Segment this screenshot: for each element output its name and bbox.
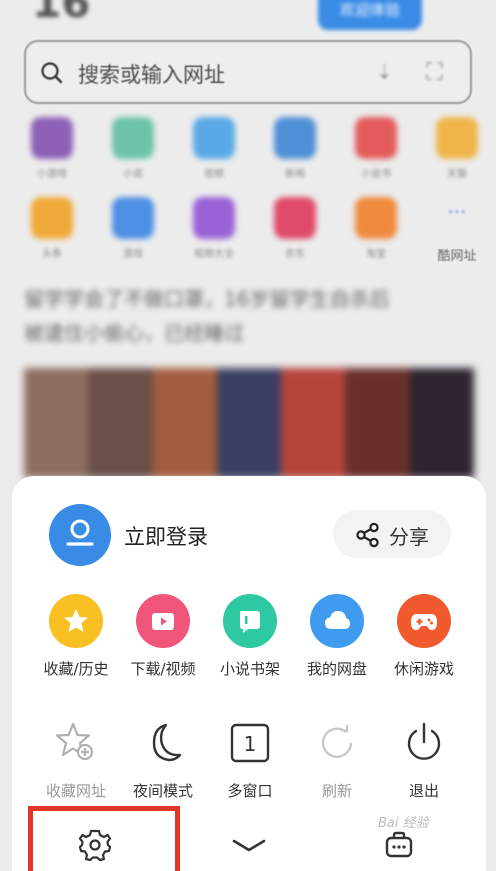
watermark: Bai 经验 (378, 816, 429, 831)
shortcut-label: 淘宝 (366, 249, 386, 260)
book-icon (223, 594, 277, 648)
menu-item-cloud[interactable]: 我的网盘 (293, 594, 381, 679)
top-banner-button[interactable]: 欢迎体验 (318, 0, 422, 30)
scan-icon[interactable]: ⛶ (426, 58, 443, 86)
menu-item-label: 下载/视频 (130, 660, 196, 678)
shortcut-icon (193, 197, 235, 239)
news-photo (152, 368, 217, 478)
svg-text:1: 1 (244, 732, 257, 756)
shortcut-label: 京东 (285, 249, 305, 260)
shortcut-label: 视频大全 (194, 249, 234, 260)
shortcut-icon (31, 117, 73, 159)
toolbox-icon[interactable] (384, 830, 414, 860)
news-photo (409, 368, 474, 478)
shortcut-label: 游戏 (123, 249, 143, 260)
shortcut-icon (112, 117, 154, 159)
shortcut-tile[interactable]: 游戏 (103, 197, 163, 260)
shortcut-tile[interactable]: 新闻 (265, 117, 325, 180)
shortcut-tile[interactable]: 京东 (265, 197, 325, 260)
shortcut-icon (112, 197, 154, 239)
shortcut-tile[interactable]: 天猫 (427, 117, 487, 180)
menu-item-label: 夜间模式 (132, 782, 193, 800)
shortcut-label: 小说书 (361, 169, 391, 180)
shortcut-icon (31, 197, 73, 239)
menu-item-label: 小说书架 (219, 660, 280, 678)
menu-item-power[interactable]: 退出 (380, 716, 468, 801)
shortcut-tile[interactable]: 小说书 (346, 117, 406, 180)
news-photo (216, 368, 282, 478)
shortcut-label: 小游戏 (37, 169, 67, 180)
power-icon (397, 716, 451, 770)
shortcut-label: 天猫 (447, 169, 467, 180)
more-dots-icon: ··· (447, 200, 467, 224)
shortcut-tile[interactable]: 小游戏 (22, 117, 82, 180)
menu-item-window-count[interactable]: 1 多窗口 (206, 716, 294, 801)
news-line: 留学学会了不做口罩，16岁留学生自杀后 (24, 287, 390, 311)
menu-item-label: 多窗口 (227, 782, 273, 800)
menu-item-star[interactable]: 收藏/历史 (32, 594, 120, 679)
shortcut-icon (274, 197, 316, 239)
menu-item-label: 退出 (408, 782, 439, 800)
mic-icon[interactable]: ⇣ (376, 60, 393, 84)
search-placeholder: 搜索或输入网址 (78, 63, 225, 87)
shortcut-icon (193, 117, 235, 159)
bookmark-add-icon (49, 716, 103, 770)
menu-item-book[interactable]: 小说书架 (206, 594, 294, 679)
shortcut-tile[interactable]: 淘宝 (346, 197, 406, 260)
download-video-icon (136, 594, 190, 648)
menu-item-label: 我的网盘 (306, 660, 367, 678)
avatar[interactable] (49, 504, 111, 566)
shortcut-tile[interactable]: 视频大全 (184, 197, 244, 260)
shortcut-icon (355, 117, 397, 159)
search-bar[interactable]: 搜索或输入网址 ⇣ ⛶ (24, 40, 472, 104)
shortcut-tile[interactable]: 小说 (103, 117, 163, 180)
share-label: 分享 (389, 525, 429, 549)
shortcut-label: 小说 (123, 169, 143, 180)
menu-item-gamepad[interactable]: 休闲游戏 (380, 594, 468, 679)
menu-item-bookmark-add[interactable]: 收藏网址 (32, 716, 120, 801)
user-icon (66, 519, 94, 546)
news-photo-strip[interactable] (24, 368, 474, 478)
menu-item-refresh[interactable]: 刷新 (293, 716, 381, 801)
refresh-icon (310, 716, 364, 770)
more-sites-tile[interactable]: ··· 酷网址 (427, 197, 487, 264)
settings-highlight-box (28, 806, 180, 871)
shortcut-icon (355, 197, 397, 239)
window-count-icon: 1 (223, 716, 277, 770)
news-photo (88, 368, 153, 478)
star-icon (49, 594, 103, 648)
date-number: 16 (32, 0, 91, 27)
shortcut-icon (274, 117, 316, 159)
menu-item-label: 收藏网址 (45, 782, 106, 800)
news-photo (24, 368, 89, 478)
news-line: 被逮住小偷心，已经睡过 (24, 321, 244, 345)
share-icon (356, 522, 379, 548)
collapse-chevron-icon[interactable] (232, 838, 266, 854)
share-button[interactable]: 分享 (333, 510, 451, 558)
shortcut-tile[interactable]: 视频 (184, 117, 244, 180)
menu-item-download-video[interactable]: 下载/视频 (119, 594, 207, 679)
more-sites-label: 酷网址 (437, 249, 477, 264)
shortcut-icon (436, 117, 478, 159)
login-row[interactable]: 立即登录 分享 (49, 504, 469, 566)
shortcut-label: 新闻 (285, 169, 305, 180)
news-photo (281, 368, 346, 478)
shortcut-label: 视频 (204, 169, 224, 180)
menu-item-moon[interactable]: 夜间模式 (119, 716, 207, 801)
menu-item-label: 刷新 (321, 782, 352, 800)
moon-icon (136, 716, 190, 770)
search-icon (41, 62, 63, 84)
shortcut-label: 头条 (42, 249, 62, 260)
gamepad-icon (397, 594, 451, 648)
news-photo (345, 368, 410, 478)
shortcut-tile[interactable]: 头条 (22, 197, 82, 260)
news-headline[interactable]: 留学学会了不做口罩，16岁留学生自杀后 被逮住小偷心，已经睡过 (24, 282, 474, 350)
cloud-icon (310, 594, 364, 648)
login-label[interactable]: 立即登录 (124, 521, 208, 551)
menu-item-label: 收藏/历史 (43, 660, 109, 678)
menu-item-label: 休闲游戏 (393, 660, 454, 678)
